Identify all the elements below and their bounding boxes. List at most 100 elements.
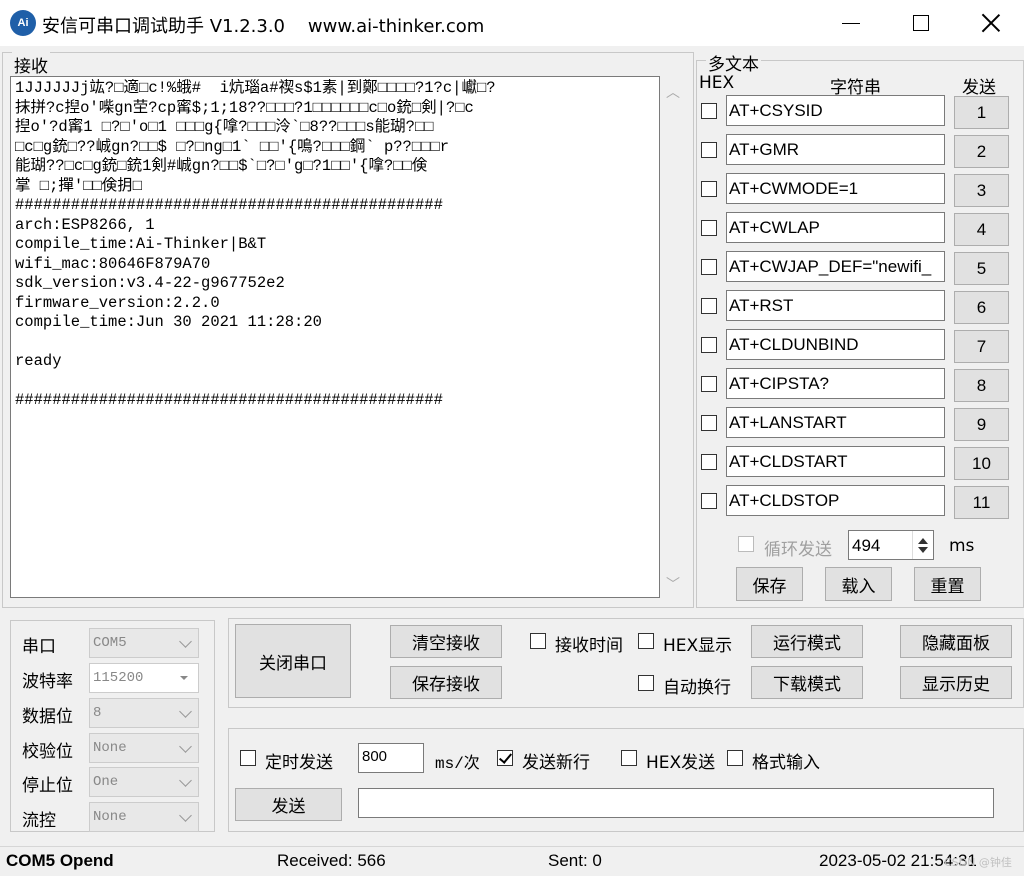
- multi-send-button[interactable]: 4: [954, 213, 1009, 246]
- multi-hex-checkbox[interactable]: [701, 181, 717, 197]
- multi-text-input[interactable]: AT+CIPSTA?: [726, 368, 945, 399]
- run-mode-button[interactable]: 运行模式: [751, 625, 863, 658]
- receive-time-label: 接收时间: [555, 636, 623, 656]
- hex-send-checkbox[interactable]: [621, 750, 637, 766]
- interval-spinner[interactable]: [912, 531, 933, 559]
- save-multi-button[interactable]: 保存: [736, 567, 803, 601]
- parity-value: None: [93, 740, 127, 756]
- multi-hex-checkbox[interactable]: [701, 415, 717, 431]
- close-button[interactable]: [956, 0, 1024, 46]
- minimize-button[interactable]: [816, 0, 886, 46]
- multi-hex-checkbox[interactable]: [701, 454, 717, 470]
- multi-hex-checkbox[interactable]: [701, 103, 717, 119]
- loop-send-checkbox[interactable]: [738, 536, 754, 552]
- receive-line: ready: [15, 352, 62, 370]
- spin-up-icon[interactable]: [918, 538, 928, 544]
- com-label: 串口: [22, 637, 56, 657]
- receive-textarea[interactable]: 1JJJJJJj竑?□適□c!%蛾# i炕瑙a#禊s$1素|到鄭□□□□?1?c…: [10, 76, 660, 598]
- auto-wrap-checkbox[interactable]: [638, 675, 654, 691]
- send-button[interactable]: 发送: [235, 788, 342, 821]
- flow-value: None: [93, 809, 127, 825]
- parity-select[interactable]: None: [89, 733, 199, 763]
- spin-down-icon[interactable]: [918, 547, 928, 553]
- timed-interval-input[interactable]: 800: [358, 743, 424, 773]
- multi-send-button[interactable]: 8: [954, 369, 1009, 402]
- receive-line: [15, 333, 655, 353]
- parity-label: 校验位: [22, 742, 73, 762]
- stopbits-select[interactable]: One: [89, 767, 199, 797]
- com-select[interactable]: COM5: [89, 628, 199, 658]
- multi-send-button[interactable]: 7: [954, 330, 1009, 363]
- receive-line: sdk_version:v3.4-22-g967752e2: [15, 274, 285, 292]
- multi-hex-checkbox[interactable]: [701, 142, 717, 158]
- multi-text-input[interactable]: AT+CWJAP_DEF="newifi_: [726, 251, 945, 282]
- receive-label: 接收: [12, 52, 50, 77]
- multi-hex-checkbox[interactable]: [701, 493, 717, 509]
- window-title: 安信可串口调试助手 V1.2.3.0 www.ai-thinker.com: [42, 16, 485, 37]
- maximize-icon: [913, 15, 929, 31]
- flow-select[interactable]: None: [89, 802, 199, 832]
- receive-line: 抹拼?c揑o'喍gn茔?cp寗$;1;18??□□□?1□□□□□□c□o銃□剣…: [15, 98, 474, 117]
- reset-multi-button[interactable]: 重置: [914, 567, 981, 601]
- clear-receive-button[interactable]: 清空接收: [390, 625, 502, 658]
- download-mode-button[interactable]: 下载模式: [751, 666, 863, 699]
- multi-send-button[interactable]: 5: [954, 252, 1009, 285]
- databits-value: 8: [93, 705, 102, 721]
- multi-text-input[interactable]: AT+CLDSTART: [726, 446, 945, 477]
- hide-panel-button[interactable]: 隐藏面板: [900, 625, 1012, 658]
- multi-text-input[interactable]: AT+CLDUNBIND: [726, 329, 945, 360]
- multi-hex-checkbox[interactable]: [701, 376, 717, 392]
- watermark: CSDN @钟佳: [944, 856, 1012, 869]
- multi-text-input[interactable]: AT+CSYSID: [726, 95, 945, 126]
- hex-display-checkbox[interactable]: [638, 633, 654, 649]
- baud-label: 波特率: [22, 672, 73, 692]
- format-input-checkbox[interactable]: [727, 750, 743, 766]
- interval-unit-label: ms/次: [435, 755, 480, 773]
- receive-scrollbar[interactable]: ︿ ﹀: [660, 76, 686, 598]
- multi-hex-checkbox[interactable]: [701, 220, 717, 236]
- multi-text-input[interactable]: AT+CWLAP: [726, 212, 945, 243]
- load-multi-button[interactable]: 载入: [825, 567, 892, 601]
- multi-hex-checkbox[interactable]: [701, 259, 717, 275]
- com-value: COM5: [93, 635, 127, 651]
- send-newline-checkbox[interactable]: [497, 750, 513, 766]
- databits-label: 数据位: [22, 707, 73, 727]
- timed-send-checkbox[interactable]: [240, 750, 256, 766]
- scroll-up-icon[interactable]: ︿: [664, 82, 682, 101]
- multi-send-button[interactable]: 6: [954, 291, 1009, 324]
- receive-time-checkbox[interactable]: [530, 633, 546, 649]
- receive-line: 能瑚??□c□g銃□銃1剣#峸gn?□□$`□?□'g□?1□□'{嗱?□□倹: [15, 157, 428, 175]
- multi-text-input[interactable]: AT+CLDSTOP: [726, 485, 945, 516]
- show-history-button[interactable]: 显示历史: [900, 666, 1012, 699]
- multi-text-input[interactable]: AT+LANSTART: [726, 407, 945, 438]
- multi-send-button[interactable]: 10: [954, 447, 1009, 480]
- multi-hex-checkbox[interactable]: [701, 298, 717, 314]
- multi-send-button[interactable]: 11: [954, 486, 1009, 519]
- multi-hex-checkbox[interactable]: [701, 337, 717, 353]
- multi-send-button[interactable]: 2: [954, 135, 1009, 168]
- multi-send-button[interactable]: 1: [954, 96, 1009, 129]
- databits-select[interactable]: 8: [89, 698, 199, 728]
- multi-send-button[interactable]: 3: [954, 174, 1009, 207]
- chevron-down-icon: [179, 774, 192, 787]
- receive-line: ########################################…: [15, 196, 443, 214]
- multi-text-input[interactable]: AT+RST: [726, 290, 945, 321]
- timed-send-label: 定时发送: [265, 753, 333, 773]
- multi-text-input[interactable]: AT+GMR: [726, 134, 945, 165]
- baud-select[interactable]: 115200: [89, 663, 199, 693]
- multi-send-button[interactable]: 9: [954, 408, 1009, 441]
- chevron-down-icon: [179, 635, 192, 648]
- send-newline-label: 发送新行: [522, 753, 590, 773]
- maximize-button[interactable]: [886, 0, 956, 46]
- send-text-input[interactable]: [358, 788, 994, 818]
- save-receive-button[interactable]: 保存接收: [390, 666, 502, 699]
- multi-text-input[interactable]: AT+CWMODE=1: [726, 173, 945, 204]
- title-bar: Ai 安信可串口调试助手 V1.2.3.0 www.ai-thinker.com: [0, 0, 1024, 46]
- receive-line: 揑o'?d寗1 □?□'o□1 □□□g{嗱?□□□泠`□8??□□□s能瑚?□…: [15, 118, 434, 136]
- baud-value: 115200: [93, 670, 144, 686]
- scroll-down-icon[interactable]: ﹀: [664, 574, 682, 593]
- multi-text-label: 多文本: [706, 50, 761, 75]
- close-port-button[interactable]: 关闭串口: [235, 624, 351, 698]
- receive-line: 掌 □;撣'□□倹抈□: [15, 176, 143, 195]
- hex-send-label: HEX发送: [646, 753, 716, 773]
